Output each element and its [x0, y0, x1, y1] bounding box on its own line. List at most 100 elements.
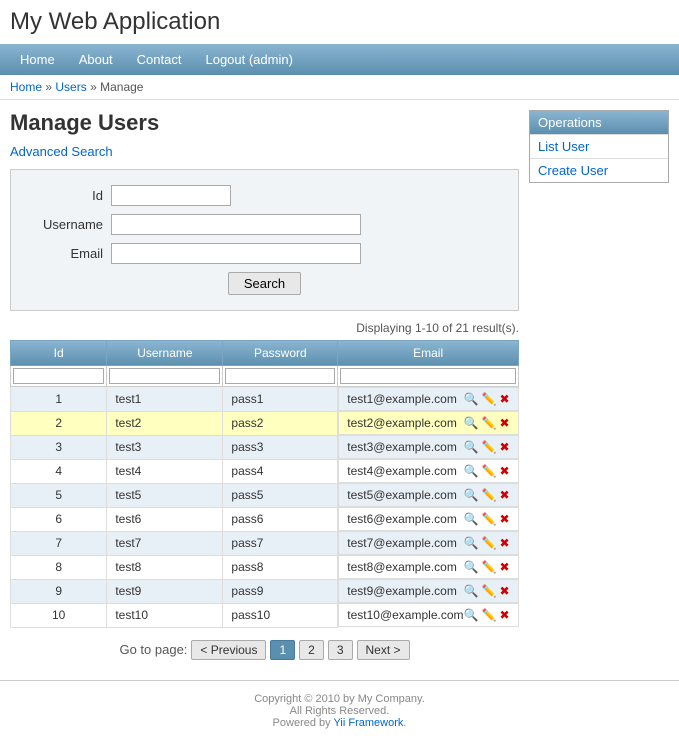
content-area: Manage Users Advanced Search Id Username… — [10, 110, 519, 660]
cell-password: pass8 — [223, 555, 338, 579]
footer: Copyright © 2010 by My Company. All Righ… — [0, 680, 679, 741]
delete-icon[interactable]: ✖ — [499, 416, 509, 430]
table-body: 1test1pass1test1@example.com 🔍 ✏️ ✖ 2tes… — [11, 366, 519, 628]
advanced-search-link[interactable]: Advanced Search — [10, 144, 113, 159]
cell-id: 9 — [11, 579, 107, 603]
view-icon[interactable]: 🔍 — [464, 608, 479, 622]
cell-email: test9@example.com 🔍 ✏️ ✖ — [338, 579, 518, 603]
delete-icon[interactable]: ✖ — [499, 464, 509, 478]
filter-username[interactable] — [109, 368, 220, 384]
cell-username: test6 — [107, 507, 223, 531]
next-button[interactable]: Next > — [357, 640, 410, 660]
search-btn-row: Search — [31, 272, 498, 295]
nav-home[interactable]: Home — [10, 49, 65, 70]
footer-line2: All Rights Reserved. — [12, 705, 667, 717]
cell-id: 4 — [11, 459, 107, 483]
search-button[interactable]: Search — [228, 272, 301, 295]
nav-logout[interactable]: Logout (admin) — [195, 49, 302, 70]
delete-icon[interactable]: ✖ — [499, 608, 509, 622]
cell-password: pass4 — [223, 459, 338, 483]
view-icon[interactable]: 🔍 — [464, 584, 479, 598]
filter-email[interactable] — [340, 368, 516, 384]
cell-email: test3@example.com 🔍 ✏️ ✖ — [338, 435, 518, 459]
page-1-button[interactable]: 1 — [270, 640, 295, 660]
filter-id[interactable] — [13, 368, 104, 384]
breadcrumb-users[interactable]: Users — [55, 80, 86, 94]
edit-icon[interactable]: ✏️ — [481, 440, 496, 454]
col-username[interactable]: Username — [107, 341, 223, 366]
delete-icon[interactable]: ✖ — [499, 512, 509, 526]
view-icon[interactable]: 🔍 — [464, 536, 479, 550]
edit-icon[interactable]: ✏️ — [481, 608, 496, 622]
username-field-row: Username — [31, 214, 498, 235]
view-icon[interactable]: 🔍 — [464, 440, 479, 454]
table-row: 6test6pass6test6@example.com 🔍 ✏️ ✖ — [11, 507, 519, 531]
page-3-button[interactable]: 3 — [328, 640, 353, 660]
delete-icon[interactable]: ✖ — [499, 392, 509, 406]
nav-about[interactable]: About — [69, 49, 123, 70]
nav-contact[interactable]: Contact — [127, 49, 192, 70]
row-actions: 🔍 ✏️ ✖ — [464, 512, 510, 526]
view-icon[interactable]: 🔍 — [464, 464, 479, 478]
delete-icon[interactable]: ✖ — [499, 560, 509, 574]
table-row: 8test8pass8test8@example.com 🔍 ✏️ ✖ — [11, 555, 519, 579]
cell-username: test4 — [107, 459, 223, 483]
table-row: 9test9pass9test9@example.com 🔍 ✏️ ✖ — [11, 579, 519, 603]
page-title: Manage Users — [10, 110, 519, 136]
cell-id: 7 — [11, 531, 107, 555]
sidebar-list-user[interactable]: List User — [530, 134, 668, 158]
pagination: Go to page: < Previous 1 2 3 Next > — [10, 640, 519, 660]
cell-id: 1 — [11, 387, 107, 412]
view-icon[interactable]: 🔍 — [464, 512, 479, 526]
cell-password: pass3 — [223, 435, 338, 459]
breadcrumb-sep2: » — [90, 80, 100, 94]
delete-icon[interactable]: ✖ — [499, 440, 509, 454]
edit-icon[interactable]: ✏️ — [481, 536, 496, 550]
view-icon[interactable]: 🔍 — [464, 392, 479, 406]
view-icon[interactable]: 🔍 — [464, 560, 479, 574]
table-row: 5test5pass5test5@example.com 🔍 ✏️ ✖ — [11, 483, 519, 507]
username-input[interactable] — [111, 214, 361, 235]
footer-framework-link[interactable]: Yii Framework — [334, 717, 404, 729]
cell-username: test8 — [107, 555, 223, 579]
edit-icon[interactable]: ✏️ — [481, 416, 496, 430]
edit-icon[interactable]: ✏️ — [481, 392, 496, 406]
cell-username: test9 — [107, 579, 223, 603]
delete-icon[interactable]: ✖ — [499, 584, 509, 598]
page-2-button[interactable]: 2 — [299, 640, 324, 660]
list-user-link[interactable]: List User — [538, 139, 589, 154]
view-icon[interactable]: 🔍 — [464, 488, 479, 502]
email-input[interactable] — [111, 243, 361, 264]
edit-icon[interactable]: ✏️ — [481, 464, 496, 478]
cell-id: 5 — [11, 483, 107, 507]
cell-password: pass2 — [223, 411, 338, 435]
app-title: My Web Application — [10, 8, 669, 36]
cell-email: test7@example.com 🔍 ✏️ ✖ — [338, 531, 518, 555]
create-user-link[interactable]: Create User — [538, 163, 608, 178]
go-to-label: Go to page: — [119, 642, 187, 657]
col-password[interactable]: Password — [223, 341, 338, 366]
row-actions: 🔍 ✏️ ✖ — [464, 440, 510, 454]
col-email[interactable]: Email — [338, 341, 519, 366]
row-actions: 🔍 ✏️ ✖ — [464, 488, 510, 502]
edit-icon[interactable]: ✏️ — [481, 560, 496, 574]
edit-icon[interactable]: ✏️ — [481, 488, 496, 502]
breadcrumb: Home » Users » Manage — [0, 75, 679, 100]
prev-button[interactable]: < Previous — [191, 640, 266, 660]
edit-icon[interactable]: ✏️ — [481, 584, 496, 598]
table-row: 7test7pass7test7@example.com 🔍 ✏️ ✖ — [11, 531, 519, 555]
nav-bar: Home About Contact Logout (admin) — [0, 44, 679, 75]
edit-icon[interactable]: ✏️ — [481, 512, 496, 526]
delete-icon[interactable]: ✖ — [499, 536, 509, 550]
sidebar-create-user[interactable]: Create User — [530, 158, 668, 182]
cell-email: test4@example.com 🔍 ✏️ ✖ — [338, 459, 518, 483]
view-icon[interactable]: 🔍 — [464, 416, 479, 430]
filter-row — [11, 366, 519, 387]
col-id[interactable]: Id — [11, 341, 107, 366]
delete-icon[interactable]: ✖ — [499, 488, 509, 502]
cell-password: pass6 — [223, 507, 338, 531]
row-actions: 🔍 ✏️ ✖ — [464, 416, 510, 430]
id-input[interactable] — [111, 185, 231, 206]
breadcrumb-home[interactable]: Home — [10, 80, 42, 94]
filter-password[interactable] — [225, 368, 335, 384]
